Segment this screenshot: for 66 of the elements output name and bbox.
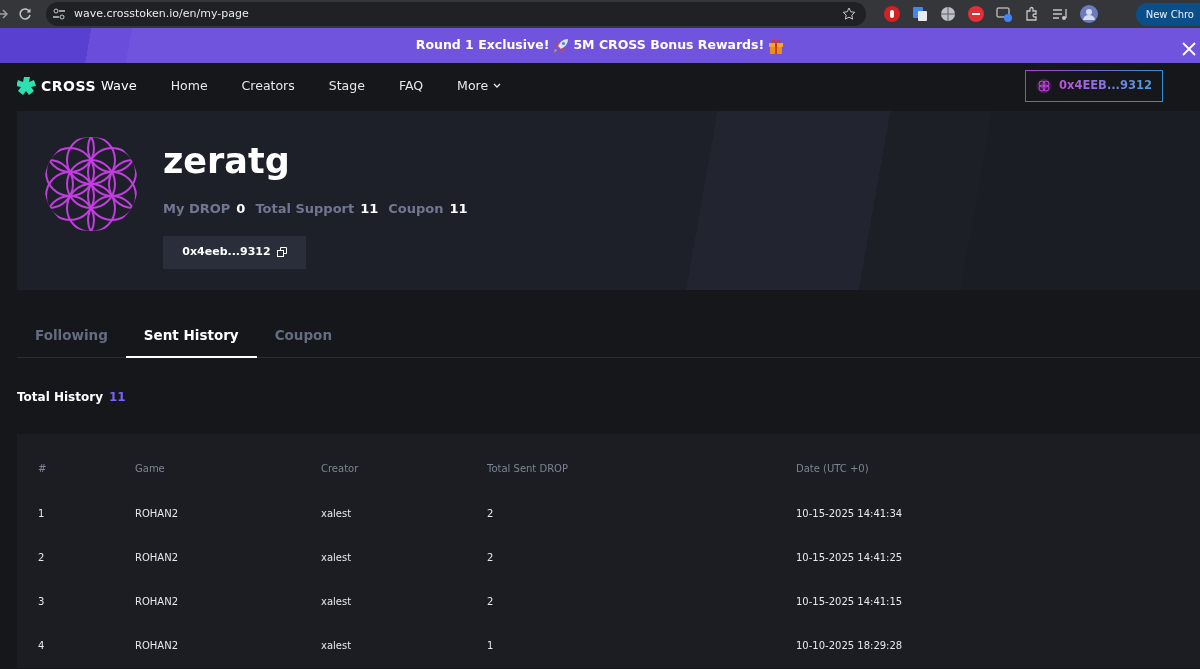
table-cell: 1: [487, 639, 494, 651]
table-cell: ROHAN2: [135, 639, 179, 651]
stat-value: 0: [236, 200, 246, 218]
reload-icon[interactable]: [18, 7, 32, 21]
column-header: Date (UTC +0): [796, 463, 869, 474]
avatar-icon: [43, 136, 139, 232]
close-icon[interactable]: [1182, 41, 1196, 56]
summary-count: 11: [109, 389, 126, 406]
profile-name: zeratg: [163, 144, 291, 179]
table-cell: 3: [38, 595, 45, 607]
table-cell: 10-15-2025 14:41:15: [796, 595, 903, 607]
globe-icon[interactable]: [940, 6, 956, 22]
forward-icon[interactable]: [0, 8, 8, 20]
column-header: Creator: [321, 463, 359, 474]
stat-label: My DROP: [163, 200, 231, 218]
window-icon[interactable]: [996, 6, 1012, 22]
profile-avatar-icon[interactable]: [1080, 5, 1098, 23]
site-settings-icon[interactable]: [52, 8, 66, 20]
table-cell: ROHAN2: [135, 551, 179, 563]
logo-icon[interactable]: [17, 76, 37, 96]
copy-icon: [276, 247, 287, 257]
profile-button[interactable]: New Chro: [1135, 2, 1200, 26]
stat-label: Total Support: [255, 200, 355, 218]
table-cell: 10-15-2025 14:41:34: [796, 507, 903, 519]
table-cell: 2: [487, 507, 494, 519]
stat-label: Coupon: [388, 200, 444, 218]
table-cell: ROHAN2: [135, 507, 179, 519]
address-copy-button[interactable]: 0x4eeb...9312: [163, 235, 306, 269]
table-cell: ROHAN2: [135, 595, 179, 607]
wallet-button[interactable]: 0x4EEB...9312: [1025, 70, 1163, 102]
product-name[interactable]: Wave: [101, 76, 137, 96]
column-header: Total Sent DROP: [487, 463, 569, 474]
table-cell: 2: [487, 595, 494, 607]
caret-icon: [493, 83, 502, 89]
table-cell: 2: [487, 551, 494, 563]
table-cell: 2: [38, 551, 45, 563]
nav-link[interactable]: Stage: [328, 76, 365, 96]
table-cell: xalest: [321, 639, 352, 651]
table-cell: 1: [38, 507, 45, 519]
column-header: #: [38, 463, 47, 474]
tab[interactable]: Sent History: [125, 315, 257, 358]
puzzle-icon[interactable]: [1024, 6, 1040, 22]
nav-link[interactable]: Home: [170, 76, 208, 96]
gift-icon: [768, 37, 785, 54]
summary-label: Total History: [17, 389, 103, 406]
media-icon[interactable]: [1052, 6, 1068, 22]
nav-link[interactable]: More: [457, 76, 502, 96]
star-icon[interactable]: [842, 7, 856, 21]
stat-value: 11: [360, 200, 379, 218]
column-header: Game: [135, 463, 165, 474]
stat-value: 11: [449, 200, 468, 218]
nav-link[interactable]: Creators: [241, 76, 295, 96]
wallet-avatar-icon: [1036, 78, 1052, 94]
banner-text: 5M CROSS Bonus Rewards!: [573, 36, 765, 55]
table-cell: xalest: [321, 507, 352, 519]
table-cell: 4: [38, 639, 45, 651]
banner-text: Round 1 Exclusive!: [415, 36, 550, 55]
nav-link[interactable]: FAQ: [398, 76, 424, 96]
table-cell: xalest: [321, 595, 352, 607]
table-cell: 10-15-2025 14:41:25: [796, 551, 903, 563]
brand-name[interactable]: CROSS: [41, 75, 96, 97]
table-cell: 10-10-2025 18:29:28: [796, 639, 903, 651]
address-bar[interactable]: wave.crosstoken.io/en/my-page: [46, 2, 866, 26]
url-text: wave.crosstoken.io/en/my-page: [74, 5, 250, 22]
rocket-icon: [553, 37, 570, 54]
table-cell: xalest: [321, 551, 352, 563]
